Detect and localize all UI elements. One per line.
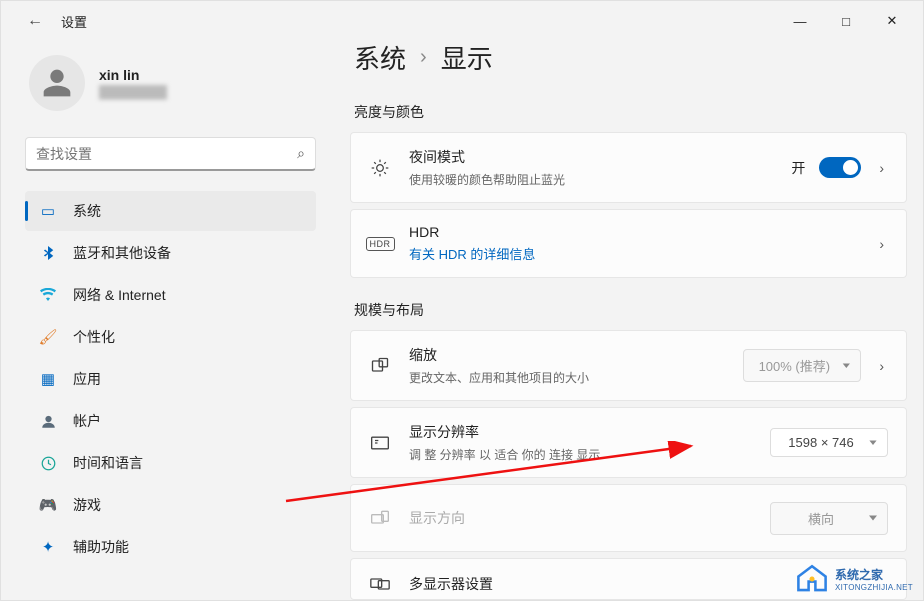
search-icon: ⌕ [297, 145, 305, 162]
sidebar-label: 帐户 [73, 411, 101, 431]
main-panel: 系统 › 显示 亮度与颜色 夜间模式 使用较暖的颜色帮助阻止蓝光 开 [336, 41, 923, 600]
sidebar-item-personalization[interactable]: 🖌 个性化 [25, 317, 316, 357]
chevron-right-icon[interactable]: › [875, 358, 888, 374]
minimize-button[interactable]: — [777, 5, 823, 37]
sidebar-label: 辅助功能 [73, 537, 129, 557]
multi-display-icon [369, 576, 391, 592]
resolution-card[interactable]: 显示分辨率 调 整 分辨率 以 适合 你的 连接 显示 1598 × 746 [350, 407, 907, 478]
clock-icon [39, 456, 57, 471]
back-button[interactable]: ← [27, 12, 43, 30]
account-icon [39, 414, 57, 429]
sidebar-label: 时间和语言 [73, 453, 143, 473]
settings-window: ← 设置 — □ ✕ xin lin ████████ ⌕ [0, 0, 924, 601]
sidebar-item-accessibility[interactable]: ✦ 辅助功能 [25, 527, 316, 567]
night-light-card[interactable]: 夜间模式 使用较暖的颜色帮助阻止蓝光 开 › [350, 132, 907, 203]
sidebar-label: 系统 [73, 201, 101, 221]
breadcrumb: 系统 › 显示 [350, 41, 907, 94]
system-icon: ▭ [39, 202, 57, 220]
profile-email: ████████ [99, 85, 167, 99]
sidebar-item-system[interactable]: ▭ 系统 [25, 191, 316, 231]
app-title: 设置 [61, 12, 87, 31]
sidebar-label: 网络 & Internet [73, 285, 166, 305]
nav: ▭ 系统 蓝牙和其他设备 网络 & Internet 🖌 [25, 191, 316, 567]
orientation-dropdown[interactable]: 横向 [770, 502, 888, 535]
chevron-right-icon[interactable]: › [875, 160, 888, 176]
titlebar: ← 设置 — □ ✕ [1, 1, 923, 41]
night-light-toggle[interactable] [819, 157, 861, 178]
resolution-title: 显示分辨率 [409, 422, 752, 442]
breadcrumb-current: 显示 [441, 41, 493, 76]
sidebar-item-gaming[interactable]: 🎮 游戏 [25, 485, 316, 525]
accessibility-icon: ✦ [39, 538, 57, 556]
search-input[interactable] [36, 146, 297, 162]
hdr-title: HDR [409, 224, 857, 240]
profile-name: xin lin [99, 67, 167, 83]
section-brightness-title: 亮度与颜色 [354, 102, 907, 122]
scale-card[interactable]: 缩放 更改文本、应用和其他项目的大小 100% (推荐) › [350, 330, 907, 401]
sidebar-label: 游戏 [73, 495, 101, 515]
resolution-dropdown[interactable]: 1598 × 746 [770, 428, 888, 457]
gaming-icon: 🎮 [39, 496, 57, 514]
night-light-title: 夜间模式 [409, 147, 773, 167]
window-controls: — □ ✕ [777, 5, 915, 37]
wifi-icon [39, 288, 57, 302]
scale-sub: 更改文本、应用和其他项目的大小 [409, 369, 725, 386]
section-scale-title: 规模与布局 [354, 300, 907, 320]
hdr-link[interactable]: 有关 HDR 的详细信息 [409, 244, 857, 263]
orientation-icon [369, 509, 391, 527]
resolution-sub: 调 整 分辨率 以 适合 你的 连接 显示 [409, 446, 752, 463]
watermark: 系统之家 XITONGZHIJIA.NET [795, 564, 913, 594]
night-light-state: 开 [791, 158, 805, 178]
scale-dropdown[interactable]: 100% (推荐) [743, 349, 861, 382]
sidebar-label: 个性化 [73, 327, 115, 347]
maximize-button[interactable]: □ [823, 5, 869, 37]
sidebar-item-bluetooth[interactable]: 蓝牙和其他设备 [25, 233, 316, 273]
profile[interactable]: xin lin ████████ [25, 41, 316, 129]
sidebar-item-apps[interactable]: ▦ 应用 [25, 359, 316, 399]
breadcrumb-root[interactable]: 系统 [354, 41, 406, 76]
resolution-icon [369, 434, 391, 452]
sidebar-label: 应用 [73, 369, 101, 389]
brush-icon: 🖌 [39, 328, 57, 346]
scale-title: 缩放 [409, 345, 725, 365]
chevron-right-icon[interactable]: › [875, 236, 888, 252]
sidebar-item-time-language[interactable]: 时间和语言 [25, 443, 316, 483]
sidebar-item-accounts[interactable]: 帐户 [25, 401, 316, 441]
orientation-card[interactable]: 显示方向 横向 [350, 484, 907, 552]
bluetooth-icon [39, 245, 57, 261]
hdr-card[interactable]: HDR HDR 有关 HDR 的详细信息 › [350, 209, 907, 278]
scale-icon [369, 356, 391, 376]
sidebar-label: 蓝牙和其他设备 [73, 243, 171, 263]
breadcrumb-sep: › [420, 46, 427, 69]
night-light-icon [369, 158, 391, 178]
night-light-sub: 使用较暖的颜色帮助阻止蓝光 [409, 171, 773, 188]
apps-icon: ▦ [39, 370, 57, 388]
avatar [29, 55, 85, 111]
sidebar: xin lin ████████ ⌕ ▭ 系统 蓝牙和其他设备 [1, 41, 336, 600]
sidebar-item-network[interactable]: 网络 & Internet [25, 275, 316, 315]
orientation-title: 显示方向 [409, 508, 752, 528]
close-button[interactable]: ✕ [869, 5, 915, 37]
hdr-icon: HDR [369, 237, 391, 251]
search-box[interactable]: ⌕ [25, 137, 316, 171]
